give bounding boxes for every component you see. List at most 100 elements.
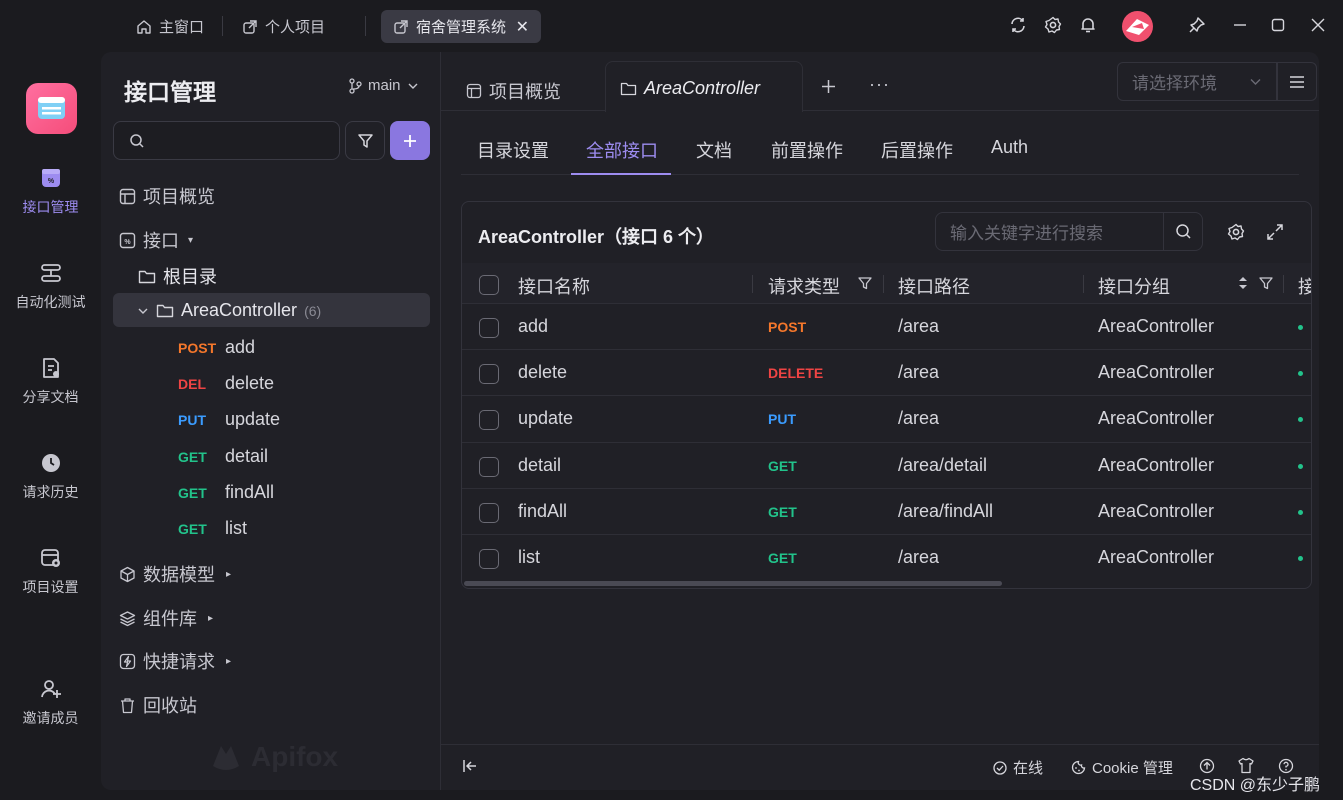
endpoint-item-detail[interactable]: GET detail [178,446,268,467]
project-logo[interactable] [26,83,77,134]
refresh-icon[interactable] [1007,14,1029,36]
environment-select[interactable]: 请选择环境 [1117,62,1277,101]
minimize-icon[interactable] [1229,14,1251,36]
rail-item-invite[interactable]: 邀请成员 [0,678,101,728]
window-tab-dorm[interactable]: 宿舍管理系统 ✕ [381,10,541,43]
endpoint-item-list[interactable]: GET list [178,518,247,539]
window-tab-personal[interactable]: 个人项目 [230,10,337,43]
row-api-name: delete [518,362,568,382]
table-row[interactable]: findAll GET /area/findAll AreaController [462,489,1311,535]
maximize-icon[interactable] [1267,14,1289,36]
endpoint-item-add[interactable]: POST add [178,337,255,358]
api-icon: % [119,232,136,248]
apifox-logo-icon [213,746,239,770]
column-divider[interactable] [883,275,884,293]
subtab-docs[interactable]: 文档 [696,137,732,163]
window-tab-main[interactable]: 主窗口 [124,10,216,43]
history-icon [41,454,60,472]
table-settings-icon[interactable] [1227,223,1245,241]
rail-item-label: 自动化测试 [15,294,86,310]
row-api-name: update [518,408,574,428]
horizontal-scrollbar[interactable] [464,581,1002,586]
subtab-auth[interactable]: Auth [991,137,1028,158]
table-row[interactable]: update PUT /area AreaController [462,396,1311,443]
status-divider [441,744,1319,745]
nav-recycle-bin[interactable]: 回收站 [119,692,197,718]
endpoint-item-findall[interactable]: GET findAll [178,482,274,503]
env-menu-button[interactable] [1277,62,1317,101]
subtab-post-ops[interactable]: 后置操作 [881,137,953,163]
settings-icon[interactable] [1042,14,1064,36]
sort-icon[interactable] [1238,276,1248,290]
nav-root-folder[interactable]: 根目录 [138,263,217,289]
rail-item-history[interactable]: 请求历史 [0,452,101,502]
nav-components[interactable]: 组件库 ▸ [119,605,213,631]
row-checkbox[interactable] [479,410,499,430]
row-path: /area [898,547,940,567]
pin-icon[interactable] [1186,14,1208,36]
svg-text:%: % [124,239,131,246]
nav-apis[interactable]: % 接口 ▾ [119,227,193,253]
row-path: /area/findAll [898,501,994,521]
filter-button[interactable] [345,121,385,160]
row-checkbox[interactable] [479,549,499,569]
row-api-name: list [518,547,540,567]
subtab-pre-ops[interactable]: 前置操作 [771,137,843,163]
rail-item-project-settings[interactable]: 项目设置 [0,547,101,597]
online-status[interactable]: 在线 [993,757,1043,778]
chevron-down-icon [1250,79,1261,85]
table-row[interactable]: add POST /area AreaController [462,304,1311,350]
filter-icon[interactable] [858,276,872,290]
column-divider[interactable] [752,275,753,293]
api-search-input[interactable]: 输入关键字进行搜索 [935,212,1203,251]
more-tabs-icon[interactable]: ··· [869,74,890,95]
row-checkbox[interactable] [479,503,499,523]
collapse-sidebar-icon[interactable] [462,759,478,773]
close-icon[interactable] [1307,14,1329,36]
nav-quick-requests[interactable]: 快捷请求 ▸ [119,648,231,674]
table-row[interactable]: list GET /area AreaController [462,535,1311,581]
column-divider[interactable] [1283,275,1284,293]
add-button[interactable] [390,121,430,160]
table-row[interactable]: delete DELETE /area AreaController [462,350,1311,396]
filter-icon[interactable] [1259,276,1273,290]
column-header-group: 接口分组 [1098,277,1170,297]
subtab-dir-settings[interactable]: 目录设置 [477,137,549,163]
search-icon [1175,224,1191,239]
nav-project-overview[interactable]: 项目概览 [119,183,215,209]
rail-item-automation[interactable]: 自动化测试 [0,262,101,312]
tab-project-overview[interactable]: 项目概览 [466,78,561,104]
endpoint-name: detail [225,446,269,466]
row-method: GET [768,550,797,566]
search-icon [130,133,144,148]
select-all-checkbox[interactable] [479,275,499,295]
close-tab-icon[interactable]: ✕ [516,17,529,37]
nav-data-models[interactable]: 数据模型 ▸ [119,561,231,587]
expand-icon[interactable] [1266,223,1284,241]
tab-areacontroller[interactable]: AreaController [620,78,760,99]
menu-icon [1290,75,1304,88]
table-row[interactable]: detail GET /area/detail AreaController [462,443,1311,489]
row-checkbox[interactable] [479,457,499,477]
bell-icon[interactable] [1077,14,1099,36]
row-checkbox[interactable] [479,318,499,338]
column-divider[interactable] [1083,275,1084,293]
rail-item-share-docs[interactable]: 分享文档 [0,357,101,407]
branch-selector[interactable]: main [348,77,419,94]
cookie-manager[interactable]: Cookie 管理 [1071,757,1173,778]
tab-divider [222,16,223,36]
rail-item-api-management[interactable]: % 接口管理 [0,167,101,217]
search-button[interactable] [1163,213,1202,250]
endpoint-item-update[interactable]: PUT update [178,409,280,430]
avatar[interactable] [1122,11,1153,42]
search-input[interactable] [113,121,340,160]
subtab-all-apis[interactable]: 全部接口 [586,137,658,163]
method-badge: POST [178,339,217,356]
nav-folder-areacontroller[interactable]: AreaController (6) [137,300,321,321]
new-tab-button[interactable] [820,78,837,95]
rail-item-label: 接口管理 [22,199,79,215]
row-group: AreaController [1098,455,1215,475]
endpoint-item-delete[interactable]: DEL delete [178,373,274,394]
row-path: /area/detail [898,455,988,475]
row-checkbox[interactable] [479,364,499,384]
